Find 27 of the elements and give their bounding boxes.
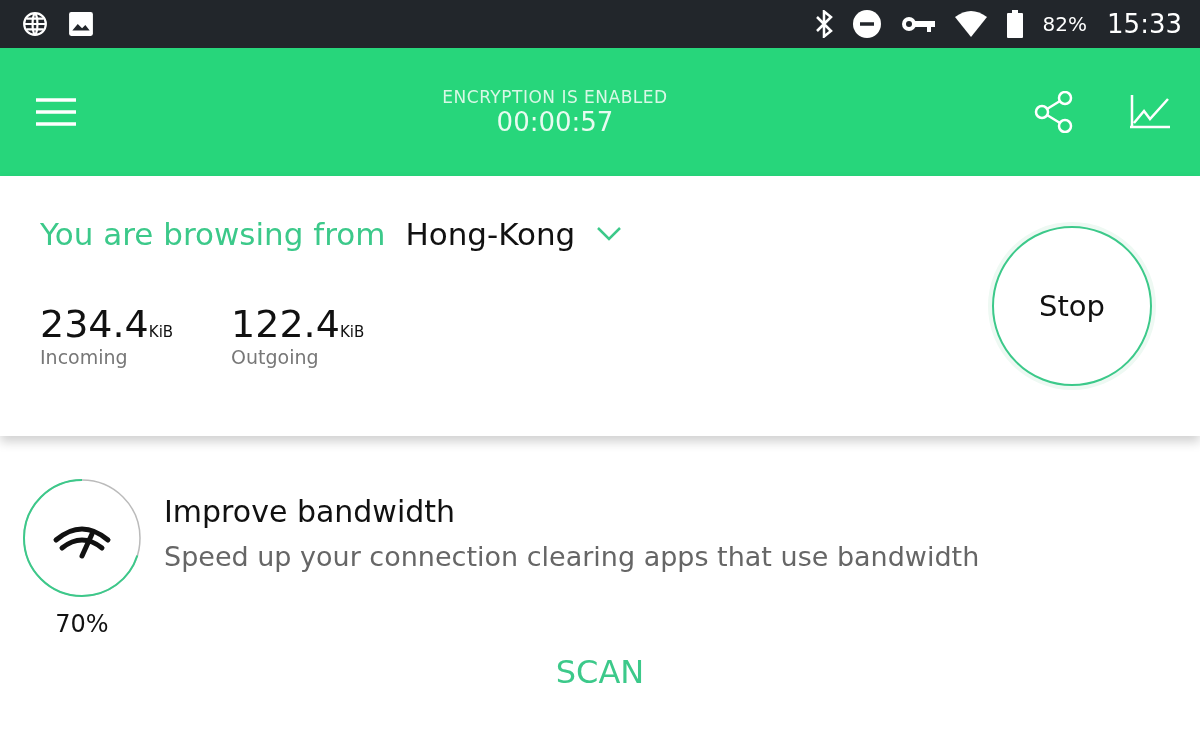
chevron-down-icon xyxy=(597,227,622,241)
clock-time: 15:33 xyxy=(1107,9,1182,39)
key-icon xyxy=(900,14,935,34)
do-not-disturb-icon xyxy=(852,10,881,38)
globe-icon xyxy=(22,11,48,37)
encryption-status: ENCRYPTION IS ENABLED xyxy=(442,87,668,107)
battery-icon xyxy=(1006,10,1023,38)
wifi-icon xyxy=(954,11,987,37)
connection-timer: 00:00:57 xyxy=(496,107,614,137)
share-icon[interactable] xyxy=(1034,91,1074,133)
traffic-label: Outgoing xyxy=(231,346,320,368)
traffic-unit: KiB xyxy=(148,323,174,341)
menu-icon[interactable] xyxy=(36,97,76,127)
location-label: You are browsing from xyxy=(40,216,386,252)
battery-percent: 82% xyxy=(1042,12,1088,36)
speed-gauge-icon xyxy=(53,526,111,559)
tip-description: Speed up your connection clearing apps that use bandwidth xyxy=(164,541,980,572)
chart-icon[interactable] xyxy=(1130,95,1170,129)
bluetooth-icon xyxy=(814,10,833,38)
traffic-label: Incoming xyxy=(40,346,129,368)
image-icon xyxy=(68,11,94,37)
bandwidth-percent: 70% xyxy=(55,610,109,638)
traffic-value: 122.4 xyxy=(231,302,340,346)
traffic-unit: KiB xyxy=(339,323,365,341)
tip-title: Improve bandwidth xyxy=(164,494,457,529)
location-dropdown[interactable]: Hong-Kong xyxy=(405,216,622,252)
traffic-value: 234.4 xyxy=(40,302,149,346)
